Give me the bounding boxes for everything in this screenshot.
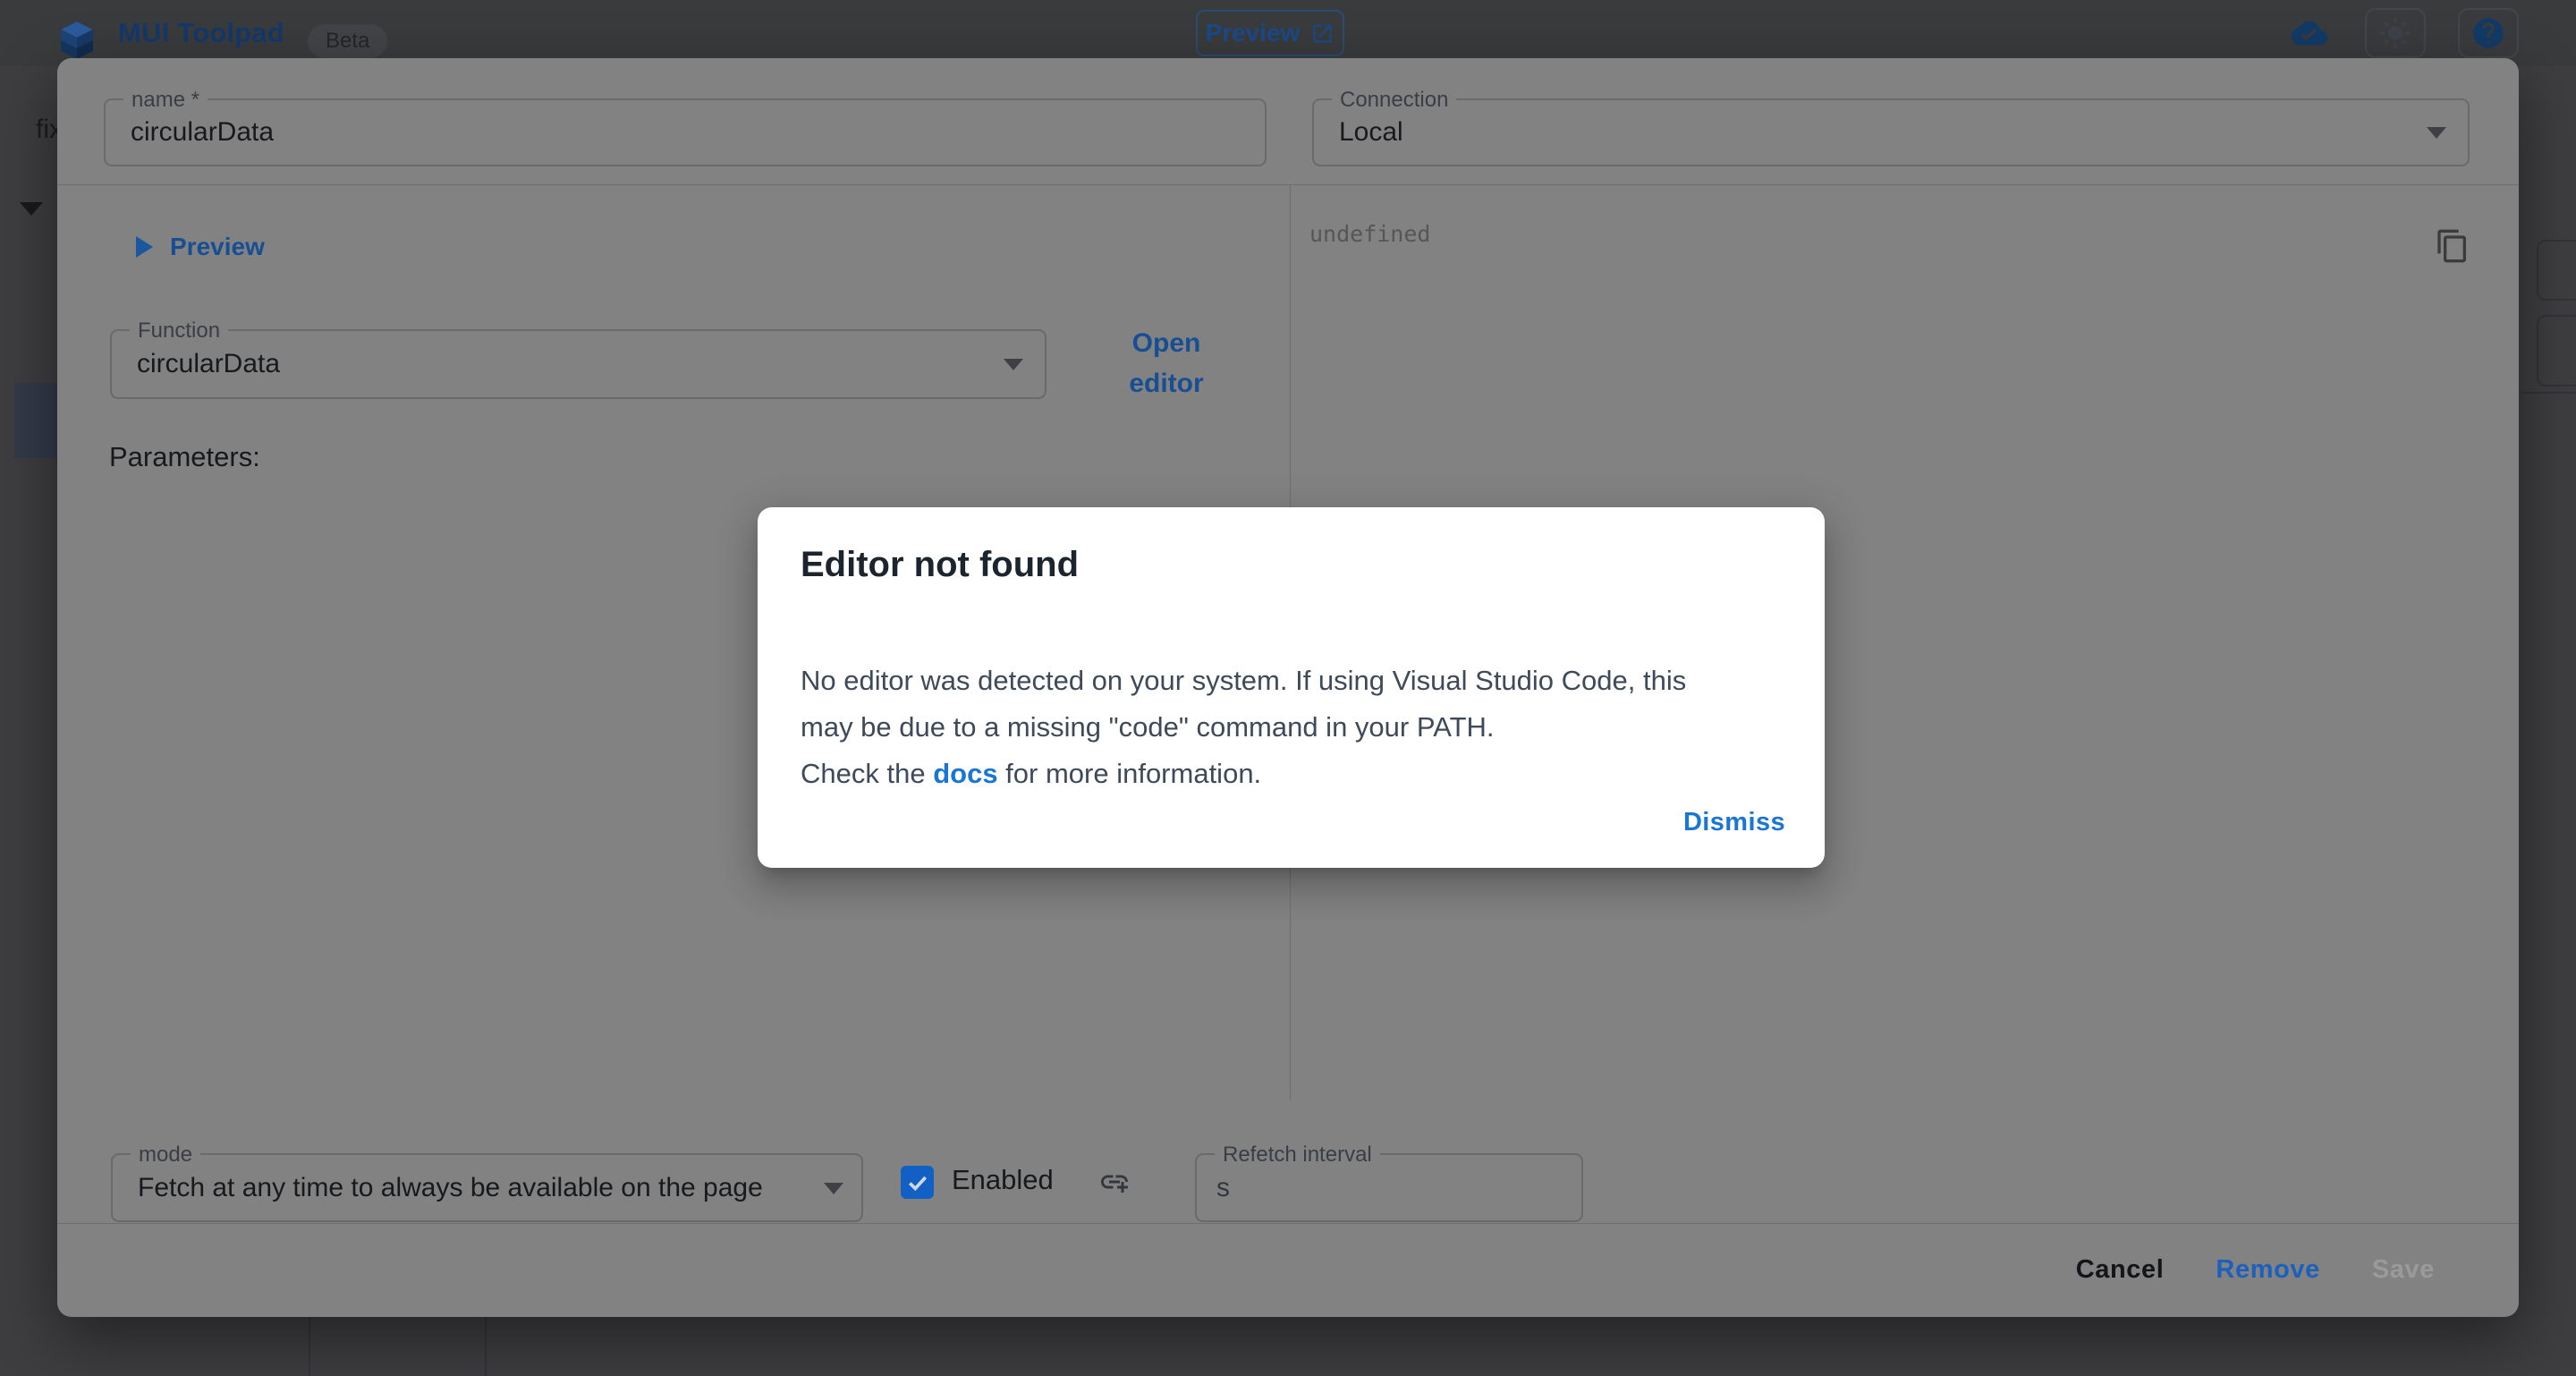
preview-accordion-label: Preview xyxy=(170,233,265,261)
help-icon xyxy=(2470,15,2506,51)
app-top-bar: MUI Toolpad Beta Preview xyxy=(0,0,2576,66)
dialog-body-line3-prefix: Check the xyxy=(801,758,933,789)
save-button[interactable]: Save xyxy=(2372,1255,2435,1285)
toolpad-logo-icon xyxy=(61,21,93,59)
cloud-done-icon xyxy=(2289,15,2330,51)
dialog-body-line3-suffix: for more information. xyxy=(998,758,1262,789)
name-field-value: circularData xyxy=(131,100,274,165)
remove-button[interactable]: Remove xyxy=(2216,1255,2319,1285)
dialog-title: Editor not found xyxy=(801,545,1079,585)
help-button[interactable] xyxy=(2458,8,2519,58)
function-select[interactable]: Function circularData xyxy=(110,329,1046,399)
enabled-checkbox[interactable] xyxy=(901,1166,934,1199)
open-editor-button[interactable]: Open editor xyxy=(1111,323,1222,403)
preview-app-button[interactable]: Preview xyxy=(1196,10,1344,56)
dropdown-arrow-icon xyxy=(1004,359,1023,370)
chevron-down-icon xyxy=(20,202,43,216)
preview-app-button-label: Preview xyxy=(1206,19,1301,47)
function-select-value: circularData xyxy=(137,331,280,397)
cancel-button[interactable]: Cancel xyxy=(2076,1255,2165,1285)
play-arrow-icon xyxy=(134,235,154,259)
add-link-icon xyxy=(1098,1162,1131,1202)
mode-select[interactable]: mode Fetch at any time to always be avai… xyxy=(111,1153,863,1222)
open-in-new-icon xyxy=(1310,21,1335,46)
docs-link[interactable]: docs xyxy=(933,758,997,789)
refetch-interval-label: Refetch interval xyxy=(1215,1142,1380,1168)
mode-select-value: Fetch at any time to always be available… xyxy=(138,1155,763,1220)
dismiss-button[interactable]: Dismiss xyxy=(1671,799,1798,846)
background-selected-item xyxy=(14,383,61,458)
connection-select-value: Local xyxy=(1339,100,1403,165)
query-result-value: undefined xyxy=(1309,221,1430,247)
refetch-interval-field[interactable]: Refetch interval s xyxy=(1195,1153,1583,1222)
dialog-body-line1: No editor was detected on your system. I… xyxy=(801,665,1686,696)
background-field-outline xyxy=(2537,315,2576,386)
copy-icon xyxy=(2435,228,2470,264)
parameters-label: Parameters: xyxy=(109,441,260,473)
check-icon xyxy=(906,1171,929,1194)
copy-result-button[interactable] xyxy=(2429,223,2476,269)
enabled-checkbox-label: Enabled xyxy=(952,1164,1054,1196)
dialog-body-line2: may be due to a missing "code" command i… xyxy=(801,711,1495,743)
background-panel-divider xyxy=(309,1317,310,1376)
dialog-body: No editor was detected on your system. I… xyxy=(801,658,1793,797)
background-divider xyxy=(2521,392,2576,394)
theme-toggle-button[interactable] xyxy=(2365,8,2426,58)
header-divider xyxy=(57,184,2519,185)
bind-property-button[interactable] xyxy=(1093,1160,1136,1203)
dropdown-arrow-icon xyxy=(824,1183,843,1194)
app-title: MUI Toolpad xyxy=(118,0,284,66)
sync-status-button[interactable] xyxy=(2279,8,2340,58)
light-mode-icon xyxy=(2378,16,2412,50)
beta-badge: Beta xyxy=(308,24,387,58)
name-field[interactable]: name * circularData xyxy=(104,98,1267,166)
background-panel-divider xyxy=(485,1317,487,1376)
preview-accordion-toggle[interactable]: Preview xyxy=(134,233,265,261)
connection-select[interactable]: Connection Local xyxy=(1312,98,2470,166)
editor-not-found-dialog: Editor not found No editor was detected … xyxy=(758,507,1825,868)
dialog-actions: Cancel Remove Save xyxy=(57,1223,2519,1317)
background-field-outline xyxy=(2537,240,2576,301)
refetch-interval-adornment: s xyxy=(1216,1155,1230,1220)
dropdown-arrow-icon xyxy=(2427,127,2446,139)
